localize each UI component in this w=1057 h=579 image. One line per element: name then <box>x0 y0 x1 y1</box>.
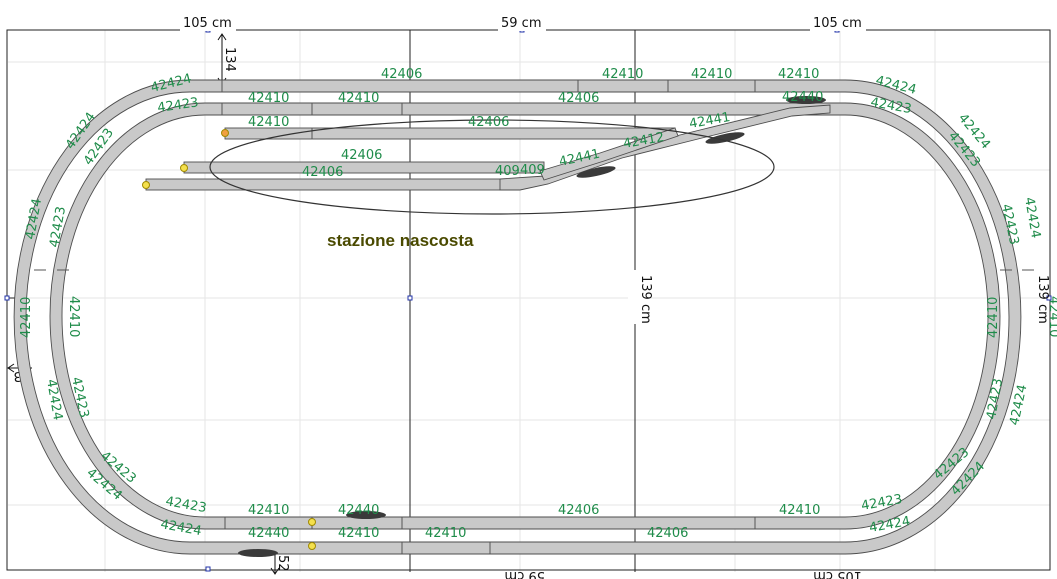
code-bottom-outer-4: 42406 <box>647 526 688 541</box>
dimension-small-top: 134 <box>222 47 237 72</box>
dimension-top-left: 105 cm <box>183 16 232 31</box>
code-bottom-inner-3: 42406 <box>558 503 599 518</box>
code-inner-top-2: 42410 <box>338 91 379 106</box>
code-bottom-inner-2: 42440 <box>338 503 379 518</box>
code-turnout-top: 42440 <box>782 90 823 105</box>
code-right-mid-outer: 42424 <box>1021 196 1043 239</box>
code-inner-top-1: 42410 <box>248 91 289 106</box>
dimension-bottom-center-mirrored: 59 cm <box>505 568 546 579</box>
code-bottom-outer-2: 42410 <box>338 526 379 541</box>
code-outer-top-2: 42410 <box>602 67 643 82</box>
code-spur3: 42406 <box>302 165 343 180</box>
code-left-straight-outer: 42410 <box>19 297 34 338</box>
track-plan-canvas: 105 cm 59 cm 105 cm 139 cm 139 cm 134 73… <box>4 14 1057 579</box>
code-bottom-outer-1: 42440 <box>248 526 289 541</box>
code-left-straight-inner: 42410 <box>66 296 81 337</box>
code-right-straight-outer: 42410 <box>1046 296 1057 337</box>
dimension-top-center: 59 cm <box>501 16 542 31</box>
segment-dividers <box>34 80 1034 554</box>
code-outer-top-4: 42410 <box>778 67 819 82</box>
code-outer-top-3: 42410 <box>691 67 732 82</box>
code-bottom-inner-4: 42410 <box>779 503 820 518</box>
dimension-bottom-right-mirrored: 105 cm <box>813 568 862 579</box>
code-small-1: 409 <box>495 164 520 179</box>
code-bottom-outer-3: 42410 <box>425 526 466 541</box>
code-bottom-inner-1: 42410 <box>248 503 289 518</box>
code-small-2: 409 <box>520 163 545 178</box>
code-spur1-a: 42410 <box>248 115 289 130</box>
buffer-stops <box>142 129 316 550</box>
dimension-top-right: 105 cm <box>813 16 862 31</box>
dimension-small-bottom: 52 <box>275 555 290 572</box>
outer-loop[interactable] <box>13 79 1022 555</box>
dimension-height-center: 139 cm <box>638 275 653 324</box>
code-spur1-b: 42406 <box>468 115 509 130</box>
code-outer-top-1: 42406 <box>381 67 422 82</box>
code-right-straight-inner: 42410 <box>986 297 1001 338</box>
code-inner-top-3: 42406 <box>558 91 599 106</box>
hidden-station-label: stazione nascosta <box>327 231 474 250</box>
code-spur2: 42406 <box>341 148 382 163</box>
